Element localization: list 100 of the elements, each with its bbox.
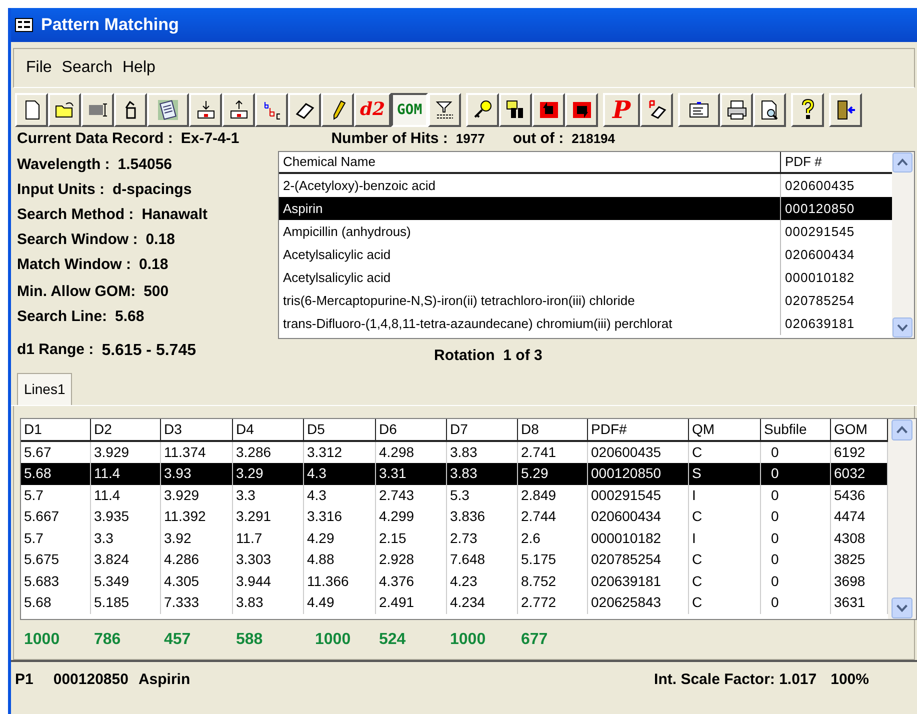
table-cell: C — [689, 592, 761, 614]
table-cell: 020600434 — [588, 506, 689, 528]
table-cell: 3.836 — [447, 506, 518, 528]
toolbar-button[interactable] — [428, 93, 461, 127]
status-pdf-number: 000120850 — [53, 670, 128, 690]
toolbar-button[interactable] — [15, 93, 48, 127]
toolbar-button[interactable]: P — [603, 93, 640, 127]
table-cell: 4.234 — [447, 592, 518, 614]
table-cell: 4.3 — [304, 484, 376, 506]
toolbar-button[interactable] — [753, 93, 786, 127]
toolbar-button[interactable] — [791, 93, 824, 127]
table-cell: 2.73 — [447, 528, 518, 549]
table-cell: 3.92 — [161, 528, 233, 549]
toolbar-button[interactable] — [829, 93, 862, 127]
toolbar-button[interactable] — [114, 93, 147, 127]
toolbar-button[interactable] — [48, 93, 81, 127]
toolbar-button[interactable] — [678, 93, 720, 127]
table-cell: 3.935 — [91, 506, 161, 528]
toolbar-button[interactable]: GOM — [391, 93, 428, 127]
scroll-up-icon[interactable] — [892, 152, 913, 173]
menu-item[interactable]: Help — [120, 56, 158, 80]
toolbar-button[interactable] — [466, 93, 499, 127]
list-row[interactable]: Aspirin 000120850 — [279, 197, 892, 220]
column-header: D5 — [304, 418, 376, 440]
table-cell: 000010182 — [588, 528, 689, 549]
column-header: Subfile — [761, 418, 831, 440]
toolbar-button[interactable] — [532, 93, 565, 127]
list-row[interactable]: trans-Difluoro-(1,4,8,11-tetra-azaundecane) chromium(iii) perchlorat 020639181 — [279, 312, 892, 335]
total-label: out of : — [512, 128, 564, 149]
pdf-number: 000010182 — [784, 268, 856, 287]
scroll-up-icon[interactable] — [891, 418, 913, 440]
table-cell: I — [689, 528, 761, 549]
parameter-value: 5.68 — [115, 307, 144, 328]
list-row[interactable]: Acetylsalicylic acid 020600434 — [279, 243, 892, 266]
zoom-level: 100% — [830, 670, 869, 690]
parameter-label: Search Line: — [17, 307, 108, 328]
toolbar-button[interactable]: d2 — [354, 93, 391, 127]
menu-item[interactable]: File — [24, 56, 54, 80]
table-cell: 4.23 — [447, 570, 518, 592]
line-score: 1000 — [449, 630, 487, 650]
toolbar-button[interactable] — [147, 93, 189, 127]
table-row[interactable]: 5.7 11.4 3.929 3.3 4.3 2.743 5.3 2.849 000291545 I 0 5436 — [21, 484, 888, 506]
table-cell: 0 — [761, 463, 831, 484]
line-score: 1000 — [314, 630, 352, 650]
toolbar-button[interactable] — [565, 93, 598, 127]
toolbar-button[interactable] — [640, 93, 673, 127]
table-cell: S — [689, 463, 761, 484]
table-row[interactable]: 5.675 3.824 4.286 3.303 4.88 2.928 7.648 5.175 020785254 C 0 3825 — [21, 549, 888, 570]
table-cell: 0 — [761, 484, 831, 506]
line-score: 524 — [378, 630, 407, 650]
column-header: D4 — [233, 418, 304, 440]
parameter-value: d-spacings — [112, 180, 192, 200]
table-row[interactable]: 5.68 11.4 3.93 3.29 4.3 3.31 3.83 5.29 000120850 S 0 6032 — [21, 463, 888, 484]
table-cell: I — [689, 484, 761, 506]
table-cell: 3.929 — [161, 484, 233, 506]
toolbar-button[interactable] — [81, 93, 114, 127]
export-icon — [228, 99, 250, 121]
menu-item[interactable]: Search — [60, 56, 114, 80]
table-cell: 5.667 — [21, 506, 91, 528]
parameter-label: Min. Allow GOM: — [17, 282, 136, 302]
tab[interactable]: Lines1 — [17, 372, 72, 404]
toolbar-button[interactable] — [222, 93, 255, 127]
column-header: PDF# — [588, 418, 689, 440]
scroll-down-icon[interactable] — [891, 596, 913, 618]
hits-label: Number of Hits : — [331, 128, 448, 149]
line-score: 1000 — [23, 630, 61, 650]
list-row[interactable]: tris(6-Mercaptopurine-N,S)-iron(ii) tetrachloro-iron(iii) chloride 020785254 — [279, 289, 892, 312]
chemical-name: Acetylsalicylic acid — [279, 243, 781, 266]
column-header: D1 — [21, 418, 91, 440]
list-row[interactable]: Ampicillin (anhydrous) 000291545 — [279, 220, 892, 243]
table-cell: 0 — [761, 549, 831, 570]
table-cell: 000291545 — [588, 484, 689, 506]
toolbar-button[interactable] — [288, 93, 321, 127]
table-cell: 3.824 — [91, 549, 161, 570]
table-cell: C — [689, 549, 761, 570]
column-header: D7 — [447, 418, 518, 440]
pdf-number: 020639181 — [784, 314, 856, 333]
toolbar-button[interactable] — [189, 93, 222, 127]
scrollbar[interactable] — [888, 418, 916, 618]
import-icon — [194, 99, 216, 121]
table-row[interactable]: 5.667 3.935 11.392 3.291 3.316 4.299 3.836 2.744 020600434 C 0 4474 — [21, 506, 888, 528]
table-cell: 5.7 — [21, 484, 91, 506]
table-cell: 4.299 — [376, 506, 447, 528]
toolbar-button[interactable] — [720, 93, 753, 127]
table-cell: 3.944 — [233, 570, 304, 592]
toolbar-button[interactable] — [255, 93, 288, 127]
table-cell: 5.7 — [21, 528, 91, 549]
table-row[interactable]: 5.683 5.349 4.305 3.944 11.366 4.376 4.23 8.752 020639181 C 0 3698 — [21, 570, 888, 592]
column-header: Chemical Name — [279, 152, 781, 172]
table-row[interactable]: 5.68 5.185 7.333 3.83 4.49 2.491 4.234 2.772 020625843 C 0 3631 — [21, 592, 888, 614]
scrollbar[interactable] — [892, 152, 914, 338]
scroll-down-icon[interactable] — [892, 317, 913, 338]
table-row[interactable]: 5.7 3.3 3.92 11.7 4.29 2.15 2.73 2.6 000010182 I 0 4308 — [21, 528, 888, 549]
total-value: 218194 — [572, 130, 616, 148]
list-row[interactable]: Acetylsalicylic acid 000010182 — [279, 266, 892, 289]
toolbar-button[interactable] — [499, 93, 532, 127]
pdf-number: 020600435 — [784, 176, 856, 195]
toolbar-button[interactable] — [321, 93, 354, 127]
pdf-number: 020600434 — [784, 246, 856, 264]
table-cell: 3.83 — [447, 463, 518, 484]
